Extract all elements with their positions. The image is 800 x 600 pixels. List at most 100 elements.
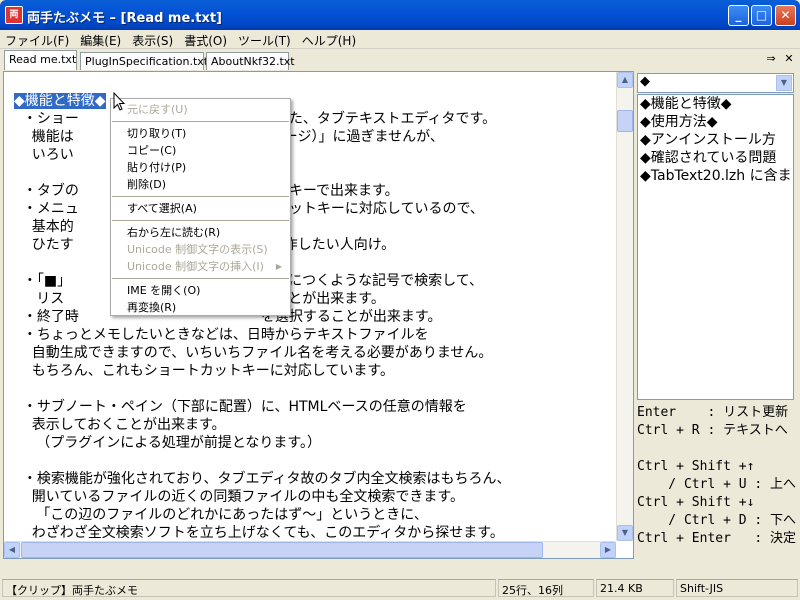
context-menu-item[interactable]: 貼り付け(P) [111, 159, 290, 176]
tab-aboutnkf32[interactable]: AboutNkf32.txt [206, 52, 295, 70]
scroll-up-icon[interactable]: ▲ [617, 72, 633, 88]
scroll-thumb[interactable] [617, 110, 633, 132]
context-menu-item-label: 削除(D) [127, 178, 167, 191]
editor-line[interactable]: ・検索機能が強化されており、タブエディタ故のタブ内全文検索はもちろん、 [14, 470, 613, 488]
outline-item[interactable]: ◆機能と特徴◆ [638, 95, 793, 113]
context-menu-item[interactable]: IME を開く(O) [111, 282, 290, 299]
editor-line-text: もちろん、これもショートカットキーに対応しています。 [14, 363, 394, 379]
status-size: 21.4 KB [596, 579, 674, 597]
context-menu-item-label: Unicode 制御文字の挿入(I) [127, 260, 264, 273]
context-menu-item[interactable]: コピー(C) [111, 142, 290, 159]
tab-bar: Read me.txt PlugInSpecification.txt Abou… [0, 50, 800, 70]
editor-line[interactable]: いろい ます。 [14, 146, 613, 164]
editor-line[interactable]: 「この辺のファイルのどれかにあったはず〜」というときに、 [14, 506, 613, 524]
scroll-left-icon[interactable]: ◀ [4, 542, 20, 558]
context-menu-item[interactable]: 再変換(R) [111, 299, 290, 316]
editor-line-text: 表示しておくことが出来ます。 [14, 417, 226, 433]
title-bar: 両 両手たぶメモ – [Read me.txt] _ □ ✕ [0, 0, 800, 30]
editor-line[interactable] [14, 452, 613, 470]
context-menu: 元に戻す(U) 切り取り(T) コピー(C) 貼り付け(P) 削除(D) すべて選択(A)… [110, 98, 291, 316]
tab-pluginspecification[interactable]: PlugInSpecification.txt [80, 52, 208, 70]
outline-filter-value: ◆ [640, 74, 650, 89]
selected-text[interactable]: ◆機能と特徴◆ [14, 93, 106, 109]
menu-format[interactable]: 書式(O) [179, 30, 233, 49]
close-button[interactable]: ✕ [775, 5, 796, 26]
editor-line[interactable]: ・ショー 現した、タブテキストエディタです。 [14, 110, 613, 128]
subnote-pane: Enter : リスト更新 Ctrl + R : テキストへ Ctrl + Shif… [637, 404, 800, 560]
editor-line[interactable]: （プラグインによる処理が前提となります。） [14, 434, 613, 452]
editor-line[interactable]: ・ちょっとメモしたいときなどは、日時からテキストファイルを [14, 326, 613, 344]
context-menu-item-label: 貼り付け(P) [127, 161, 187, 174]
context-menu-item: Unicode 制御文字の挿入(I) ▶ [111, 258, 290, 275]
outline-item[interactable]: ◆確認されている問題 [638, 149, 793, 167]
context-menu-item[interactable]: 削除(D) [111, 176, 290, 193]
tab-read-me[interactable]: Read me.txt [4, 50, 77, 70]
editor-line[interactable]: 自動生成できますので、いちいちファイル名を考える必要がありません。 [14, 344, 613, 362]
editor-horizontal-scrollbar[interactable]: ◀ ▶ [4, 541, 616, 558]
editor-line[interactable]: ・メニュ トカットキーに対応しているので、 [14, 200, 613, 218]
menu-edit[interactable]: 編集(E) [75, 30, 127, 49]
editor-line[interactable]: ◆機能と特徴◆ [14, 92, 613, 110]
menu-help[interactable]: ヘルプ(H) [297, 30, 362, 49]
hscroll-thumb[interactable] [21, 542, 543, 558]
outline-item[interactable]: ◆アンインストール方 [638, 131, 793, 149]
status-bar: 【クリップ】両手たぶメモ 25行、16列 21.4 KB Shift-JIS [0, 577, 800, 600]
outline-item[interactable]: ◆使用方法◆ [638, 113, 793, 131]
maximize-button[interactable]: □ [751, 5, 772, 26]
context-menu-item[interactable]: 右から左に読む(R) [111, 224, 290, 241]
context-menu-item[interactable]: すべて選択(A) [111, 200, 290, 217]
subnote-line [637, 440, 800, 458]
editor-line[interactable]: わざわざ全文検索ソフトを立ち上げなくても、このエディタから探せます。 [14, 524, 613, 542]
scroll-down-icon[interactable]: ▼ [617, 525, 633, 541]
context-menu-item-label: 再変換(R) [127, 301, 177, 314]
context-menu-item: 元に戻す(U) [111, 101, 290, 118]
minimize-button[interactable]: _ [728, 5, 749, 26]
editor-line[interactable] [14, 254, 613, 272]
editor-line[interactable]: 基本的 ん。 [14, 218, 613, 236]
outline-list[interactable]: ◆機能と特徴◆ ◆使用方法◆ ◆アンインストール方 ◆確認されている問題 ◆TabTex… [637, 94, 794, 400]
editor-line-text: （プラグインによる処理が前提となります。） [14, 435, 322, 451]
window-title: 両手たぶメモ – [Read me.txt] [27, 11, 222, 26]
context-menu-item[interactable]: 切り取り(T) [111, 125, 290, 142]
editor-line[interactable]: 開いているファイルの近くの同類ファイルの中も全文検索できます。 [14, 488, 613, 506]
menu-separator [112, 220, 289, 221]
chevron-down-icon[interactable]: ▼ [776, 75, 792, 91]
editor-line[interactable]: ・タブの ットキーで出来ます。 [14, 182, 613, 200]
editor-line-text: 「この辺のファイルのどれかにあったはず〜」というときに、 [14, 507, 428, 523]
subnote-line: / Ctrl + U : 上へ [637, 477, 797, 492]
editor-line-text: ・ちょっとメモしたいときなどは、日時からテキストファイルを [14, 327, 429, 343]
editor-line[interactable]: 表示しておくことが出来ます。 [14, 416, 613, 434]
text-editor[interactable]: ◆機能と特徴◆ ・ショー 現した、タブテキストエディタです。 機能は ２ページ）… [3, 71, 634, 559]
outline-item[interactable]: ◆TabText20.lzh に含ま [638, 167, 793, 185]
outline-filter-dropdown[interactable]: ◆ ▼ [637, 73, 794, 93]
editor-line-text: ・サブノート・ペイン（下部に配置）に、HTMLベースの任意の情報を [14, 399, 467, 415]
subnote-line: Ctrl + Shift +↓ [637, 495, 755, 510]
mouse-pointer-icon [113, 92, 126, 111]
context-menu-item-label: 切り取り(T) [127, 127, 187, 140]
menu-bar: ファイル(F) 編集(E) 表示(S) 書式(O) ツール(T) ヘルプ(H) [0, 30, 800, 49]
tab-close-icon[interactable]: ✕ [782, 52, 796, 67]
editor-line[interactable] [14, 164, 613, 182]
editor-line[interactable]: もちろん、これもショートカットキーに対応しています。 [14, 362, 613, 380]
editor-line-text: 開いているファイルの近くの同類ファイルの中も全文検索できます。 [14, 489, 464, 505]
editor-line[interactable] [14, 380, 613, 398]
scroll-right-icon[interactable]: ▶ [600, 542, 616, 558]
submenu-arrow-icon: ▶ [275, 262, 282, 271]
tab-arrow-icon[interactable]: ⇒ [764, 52, 778, 67]
subnote-line: / Ctrl + D : 下へ [637, 513, 797, 528]
subnote-line: Ctrl + R : テキストへ [637, 423, 788, 438]
menu-separator [112, 196, 289, 197]
editor-line[interactable]: ・サブノート・ペイン（下部に配置）に、HTMLベースの任意の情報を [14, 398, 613, 416]
editor-line[interactable]: リス おくことが出来ます。 [14, 290, 613, 308]
editor-line[interactable]: ・「■」 トの頭につくような記号で検索して、 [14, 272, 613, 290]
menu-file[interactable]: ファイル(F) [0, 30, 75, 49]
context-menu-item-label: 右から左に読む(R) [127, 226, 221, 239]
editor-vertical-scrollbar[interactable]: ▲ ▼ [616, 72, 633, 541]
editor-line[interactable]: ・終了時 を選択することが出来ます。 [14, 308, 613, 326]
editor-content[interactable]: ◆機能と特徴◆ ・ショー 現した、タブテキストエディタです。 機能は ２ページ）… [14, 92, 613, 542]
menu-view[interactable]: 表示(S) [127, 30, 179, 49]
editor-line[interactable]: ひたす を操作したい人向け。 [14, 236, 613, 254]
editor-line[interactable]: 機能は ２ページ）」に過ぎませんが、 [14, 128, 613, 146]
menu-separator [112, 121, 289, 122]
menu-tools[interactable]: ツール(T) [233, 30, 297, 49]
